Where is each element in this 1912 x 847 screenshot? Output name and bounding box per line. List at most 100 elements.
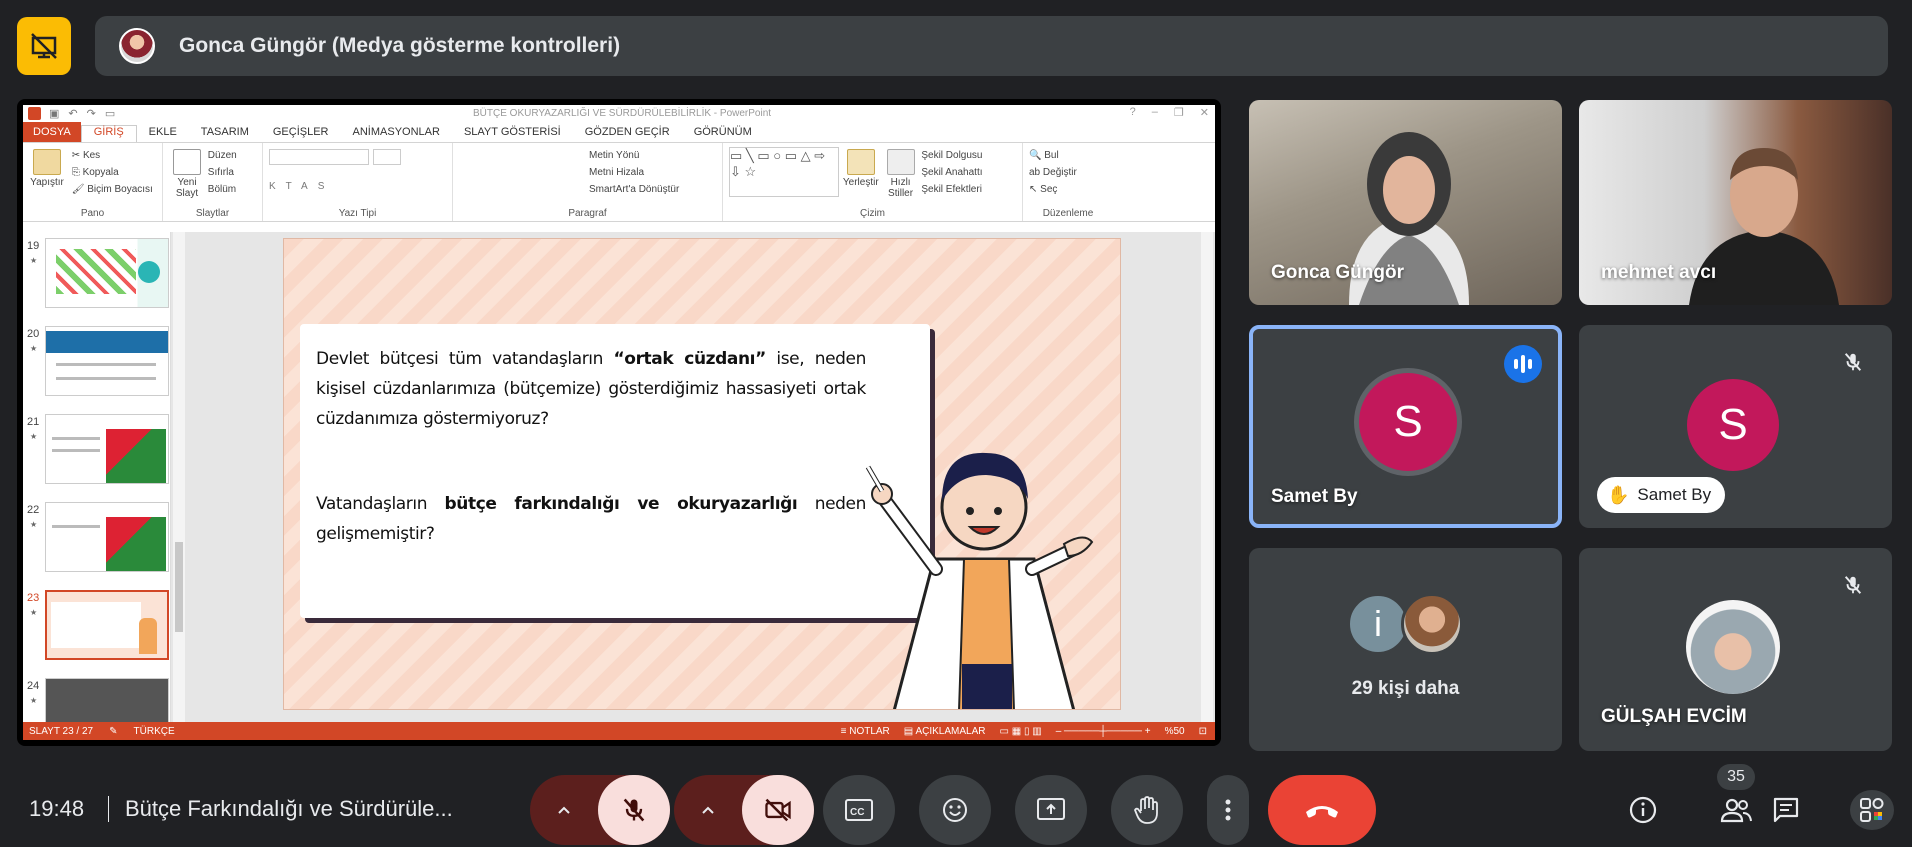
tab-tasarim: TASARIM	[200, 126, 249, 138]
ribbon-tabs: DOSYA GİRİŞ EKLE TASARIM GEÇİŞLER ANİMAS…	[23, 122, 1215, 142]
restore-icon: ❐	[1173, 107, 1184, 119]
ppt-workspace: 19 ★ 20 ★ 21 ★ 22 ★ 23 ★ 24 ★ Devlet büt…	[23, 232, 1215, 722]
help-icon: ?	[1129, 106, 1136, 118]
slide-counter: SLAYT 23 / 27	[29, 725, 94, 737]
slide-text-card: Devlet bütçesi tüm vatandaşların “ortak …	[300, 324, 930, 618]
thumbnail-number: 20	[27, 328, 40, 340]
quick-styles-button: Hızlı Stiller	[883, 147, 919, 199]
thumbnail-image	[45, 414, 169, 484]
view-buttons: ▭ ▦ ▯ ▥	[999, 725, 1042, 737]
find-button: 🔍 Bul	[1029, 150, 1059, 161]
group-label-cizim: Çizim	[860, 208, 885, 219]
slide-paragraph-1: Devlet bütçesi tüm vatandaşların “ortak …	[316, 344, 866, 434]
raise-hand-icon: ✋	[1607, 484, 1630, 505]
replace-button: ab Değiştir	[1029, 167, 1077, 178]
zoom-level: %50	[1164, 725, 1185, 737]
tab-dosya: DOSYA	[23, 122, 81, 142]
undo-icon: ↶	[68, 108, 78, 120]
participant-tile-samet-speaking[interactable]: S Samet By	[1249, 325, 1562, 528]
presenter-label: Gonca Güngör (Medya gösterme kontrolleri…	[179, 34, 621, 57]
presenter-bar[interactable]: Gonca Güngör (Medya gösterme kontrolleri…	[95, 16, 1888, 76]
meeting-title[interactable]: Bütçe Farkındalığı ve Sürdürüle...	[125, 796, 453, 822]
captions-icon: CC	[845, 799, 873, 821]
animation-star-icon: ★	[30, 344, 38, 353]
audio-options-button[interactable]	[544, 775, 584, 845]
tab-gecisler: GEÇİŞLER	[272, 126, 329, 138]
paste-label: Yapıştır	[30, 177, 64, 188]
arrange-icon	[846, 149, 875, 175]
captions-button[interactable]: CC	[823, 775, 895, 845]
thumbnail-image	[45, 502, 169, 572]
info-icon	[1629, 796, 1657, 824]
chat-button[interactable]	[1766, 790, 1806, 830]
avatar: S	[1359, 373, 1457, 471]
camera-control[interactable]	[674, 775, 814, 845]
thumbnail-image	[45, 326, 169, 396]
group-editing: 🔍 Bul ab Değiştir ↖ Seç Düzenleme	[1023, 143, 1113, 221]
chevron-up-icon	[558, 806, 570, 814]
leave-call-button[interactable]	[1268, 775, 1376, 845]
mic-toggle-button[interactable]	[598, 775, 670, 845]
more-options-button[interactable]	[1207, 775, 1249, 845]
thumbnail-number: 22	[27, 504, 40, 516]
replace-label: Değiştir	[1042, 167, 1077, 178]
people-icon	[1720, 798, 1752, 823]
participant-tile-mehmet[interactable]: mehmet avcı	[1579, 100, 1892, 305]
paste-button: Yapıştır	[29, 147, 65, 188]
camera-off-icon	[765, 798, 791, 822]
fit-slide-icon: ⊡	[1198, 725, 1207, 737]
thumbnail-image	[45, 238, 169, 308]
stop-presenting-icon	[31, 33, 57, 59]
participant-tile-samet-hand-raised[interactable]: S ✋ Samet By	[1579, 325, 1892, 528]
para2-text: Vatandaşların	[316, 494, 445, 514]
more-participants-tile[interactable]: i 29 kişi daha	[1249, 548, 1562, 751]
format-painter-button: 🖌 Biçim Boyacısı	[71, 184, 153, 195]
present-now-button[interactable]	[1015, 775, 1087, 845]
shape-fill-button: Şekil Dolgusu	[921, 150, 983, 161]
people-button[interactable]	[1716, 790, 1756, 830]
copy-label: Kopyala	[82, 167, 119, 178]
thumbnail-number: 19	[27, 240, 40, 252]
thumbnail-24: 24 ★	[23, 674, 170, 722]
video-options-button[interactable]	[688, 775, 728, 845]
slide-scrollbar	[1201, 232, 1213, 722]
group-label-pano: Pano	[80, 208, 105, 219]
select-label: Seç	[1040, 184, 1058, 195]
tab-ekle: EKLE	[148, 126, 177, 138]
mic-off-icon	[623, 798, 645, 822]
thumbnail-number: 23	[27, 592, 40, 604]
text-direction-button: Metin Yönü	[589, 150, 640, 161]
participant-tile-gonca[interactable]: Gonca Güngör	[1249, 100, 1562, 305]
activities-button[interactable]	[1850, 790, 1894, 830]
stop-presenting-button[interactable]	[17, 17, 71, 75]
ppt-statusbar: SLAYT 23 / 27 ✎ TÜRKÇE ≡ NOTLAR ▤ AÇIKLA…	[23, 722, 1215, 740]
animation-star-icon: ★	[30, 520, 38, 529]
paste-icon	[33, 149, 61, 175]
avatar: S	[1687, 379, 1779, 471]
spellcheck-icon: ✎	[109, 725, 118, 737]
thumbnail-image	[45, 678, 169, 722]
window-controls: ? – ❐ ✕	[1130, 106, 1209, 119]
tab-animasyonlar: ANİMASYONLAR	[352, 126, 440, 138]
group-label-duzenleme: Düzenleme	[1042, 208, 1094, 219]
powerpoint-window: ▣ ↶ ↷ ▭ BÜTÇE OKURYAZARLIĞI VE SÜRDÜRÜLE…	[23, 105, 1215, 740]
chevron-up-icon	[702, 806, 714, 814]
meeting-details-button[interactable]	[1623, 790, 1663, 830]
quick-access-toolbar: ▣ ↶ ↷ ▭	[49, 107, 115, 120]
reactions-button[interactable]	[919, 775, 991, 845]
language-indicator: TÜRKÇE	[133, 725, 175, 737]
format-painter-label: Biçim Boyacısı	[87, 184, 153, 195]
present-icon	[1037, 798, 1065, 820]
notes-button: ≡ NOTLAR	[840, 725, 890, 737]
raise-hand-button[interactable]	[1111, 775, 1183, 845]
current-slide: Devlet bütçesi tüm vatandaşların “ortak …	[283, 238, 1121, 710]
thumbnail-number: 21	[27, 416, 40, 428]
ppt-titlebar: ▣ ↶ ↷ ▭ BÜTÇE OKURYAZARLIĞI VE SÜRDÜRÜLE…	[23, 105, 1215, 122]
camera-toggle-button[interactable]	[742, 775, 814, 845]
copy-button: ⎘ Kopyala	[71, 167, 119, 178]
group-paragraph: Metin Yönü Metni Hizala SmartArt'a Dönüş…	[453, 143, 723, 221]
ribbon: Yapıştır ✂ Kes ⎘ Kopyala 🖌 Biçim Boyacıs…	[23, 142, 1215, 222]
microphone-control[interactable]	[530, 775, 670, 845]
participant-name: Samet By	[1637, 485, 1712, 504]
participant-tile-gulsah[interactable]: GÜLŞAH EVCİM	[1579, 548, 1892, 751]
